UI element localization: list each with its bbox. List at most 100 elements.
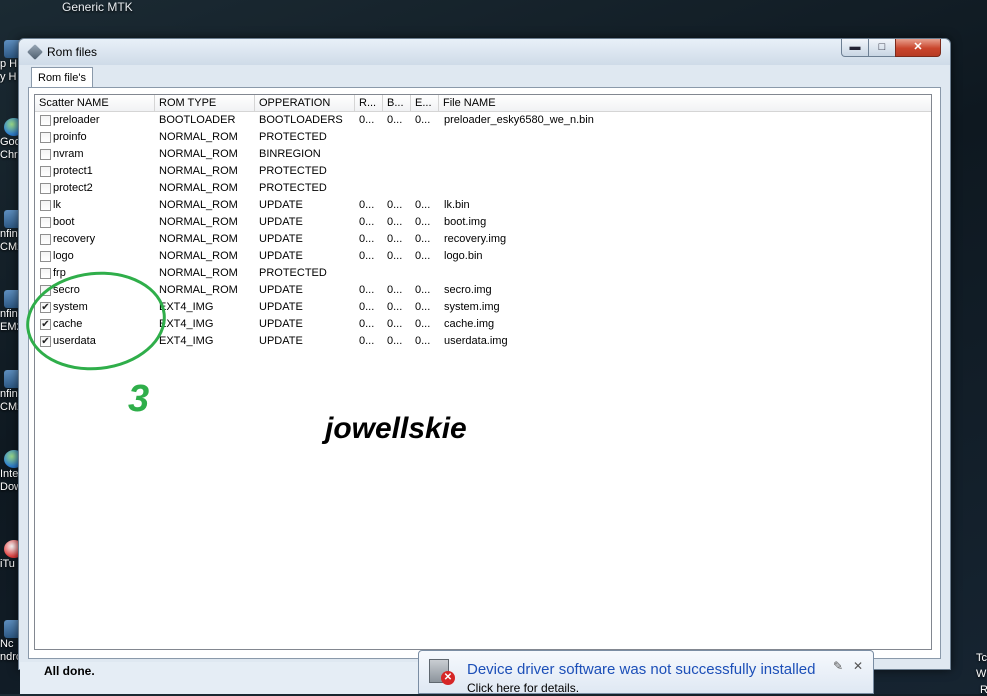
tab-panel: Scatter NAME ROM TYPE OPPERATION R... B.… — [28, 87, 941, 659]
list-header: Scatter NAME ROM TYPE OPPERATION R... B.… — [35, 95, 931, 112]
pin-icon[interactable]: ✎ — [833, 659, 843, 673]
table-row[interactable]: protect1 NORMAL_ROM PROTECTED — [35, 163, 931, 180]
row-checkbox[interactable] — [40, 200, 51, 211]
table-row[interactable]: logo NORMAL_ROM UPDATE 0... 0... 0... logo.bin — [35, 248, 931, 265]
row-checkbox[interactable] — [40, 251, 51, 262]
b-cell: 0... — [387, 114, 403, 126]
e-cell: 0... — [415, 233, 431, 245]
b-cell — [387, 265, 411, 282]
column-scatter-name[interactable]: Scatter NAME — [35, 95, 155, 111]
b-cell — [387, 146, 411, 163]
scatter-name-cell: nvram — [53, 148, 84, 160]
minimize-button[interactable]: ▬ — [841, 39, 869, 57]
operation-cell: UPDATE — [259, 284, 303, 296]
column-b[interactable]: B... — [383, 95, 411, 111]
watermark-text: jowellskie — [325, 412, 467, 445]
e-cell: 0... — [415, 335, 431, 347]
column-r[interactable]: R... — [355, 95, 383, 111]
table-row[interactable]: lk NORMAL_ROM UPDATE 0... 0... 0... lk.bin — [35, 197, 931, 214]
e-cell: 0... — [415, 284, 431, 296]
file-name-cell: recovery.img — [444, 233, 507, 245]
rom-list[interactable]: Scatter NAME ROM TYPE OPPERATION R... B.… — [34, 94, 932, 650]
b-cell — [387, 129, 411, 146]
table-row[interactable]: secro NORMAL_ROM UPDATE 0... 0... 0... secro.i… — [35, 282, 931, 299]
rom-type-cell: NORMAL_ROM — [159, 216, 238, 228]
rom-type-cell: NORMAL_ROM — [159, 182, 238, 194]
title-bar[interactable]: Rom files ▬ □ ✕ — [19, 39, 950, 65]
notification-title[interactable]: Device driver software was not successfu… — [467, 661, 815, 678]
operation-cell: UPDATE — [259, 199, 303, 211]
scatter-name-cell: lk — [53, 199, 61, 211]
r-cell — [359, 146, 383, 163]
b-cell: 0... — [387, 199, 403, 211]
row-checkbox[interactable] — [40, 234, 51, 245]
notification-close-icon[interactable]: ✕ — [853, 659, 863, 673]
e-cell: 0... — [415, 301, 431, 313]
scatter-name-cell: protect2 — [53, 182, 93, 194]
file-name-cell — [444, 180, 924, 197]
operation-cell: UPDATE — [259, 233, 303, 245]
table-row[interactable]: boot NORMAL_ROM UPDATE 0... 0... 0... boot.img — [35, 214, 931, 231]
b-cell: 0... — [387, 318, 403, 330]
rom-type-cell: EXT4_IMG — [159, 301, 214, 313]
table-row[interactable]: ✔ system EXT4_IMG UPDATE 0... 0... 0... system.… — [35, 299, 931, 316]
operation-cell: UPDATE — [259, 216, 303, 228]
table-row[interactable]: proinfo NORMAL_ROM PROTECTED — [35, 129, 931, 146]
notification-subtitle[interactable]: Click here for details. — [467, 681, 579, 695]
column-rom-type[interactable]: ROM TYPE — [155, 95, 255, 111]
b-cell: 0... — [387, 250, 403, 262]
file-name-cell: cache.img — [444, 318, 495, 330]
table-row[interactable]: preloader BOOTLOADER BOOTLOADERS 0... 0... 0.… — [35, 112, 931, 129]
row-checkbox[interactable] — [40, 166, 51, 177]
file-name-cell — [444, 265, 924, 282]
r-cell: 0... — [359, 335, 375, 347]
rom-type-cell: NORMAL_ROM — [159, 131, 238, 143]
operation-cell: UPDATE — [259, 318, 303, 330]
row-checkbox[interactable] — [40, 149, 51, 160]
r-cell — [359, 265, 383, 282]
rom-files-window: Rom files ▬ □ ✕ Rom file's Scatter NAME … — [18, 38, 951, 670]
table-row[interactable]: protect2 NORMAL_ROM PROTECTED — [35, 180, 931, 197]
e-cell — [415, 180, 439, 197]
rom-type-cell: NORMAL_ROM — [159, 250, 238, 262]
table-row[interactable]: ✔ cache EXT4_IMG UPDATE 0... 0... 0... cache.im… — [35, 316, 931, 333]
notification-balloon[interactable]: ✕ Device driver software was not success… — [418, 650, 874, 695]
column-e[interactable]: E... — [411, 95, 439, 111]
r-cell: 0... — [359, 233, 375, 245]
row-checkbox[interactable] — [40, 217, 51, 228]
file-name-cell — [444, 146, 924, 163]
b-cell: 0... — [387, 284, 403, 296]
r-cell — [359, 163, 383, 180]
operation-cell: BOOTLOADERS — [259, 114, 343, 126]
table-row[interactable]: recovery NORMAL_ROM UPDATE 0... 0... 0... reco… — [35, 231, 931, 248]
operation-cell: UPDATE — [259, 301, 303, 313]
e-cell: 0... — [415, 114, 431, 126]
r-cell: 0... — [359, 318, 375, 330]
r-cell: 0... — [359, 199, 375, 211]
scatter-name-cell: logo — [53, 250, 74, 262]
row-checkbox[interactable] — [40, 132, 51, 143]
tab-rom-files[interactable]: Rom file's — [31, 67, 93, 88]
b-cell — [387, 163, 411, 180]
operation-cell: PROTECTED — [259, 182, 327, 194]
desktop-right-text-1: Tc — [976, 652, 987, 664]
scatter-name-cell: recovery — [53, 233, 96, 245]
table-row[interactable]: frp NORMAL_ROM PROTECTED — [35, 265, 931, 282]
rom-type-cell: NORMAL_ROM — [159, 267, 238, 279]
close-button[interactable]: ✕ — [895, 39, 941, 57]
column-operation[interactable]: OPPERATION — [255, 95, 355, 111]
scatter-name-cell: preloader — [53, 114, 100, 126]
operation-cell: PROTECTED — [259, 165, 327, 177]
column-file-name[interactable]: File NAME — [439, 95, 931, 111]
b-cell: 0... — [387, 301, 403, 313]
table-row[interactable]: ✔ userdata EXT4_IMG UPDATE 0... 0... 0... userd… — [35, 333, 931, 350]
row-checkbox[interactable] — [40, 268, 51, 279]
scatter-name-cell: boot — [53, 216, 75, 228]
row-checkbox[interactable] — [40, 183, 51, 194]
e-cell: 0... — [415, 250, 431, 262]
row-checkbox[interactable] — [40, 115, 51, 126]
file-name-cell: secro.img — [444, 284, 492, 296]
maximize-button[interactable]: □ — [868, 39, 896, 57]
table-row[interactable]: nvram NORMAL_ROM BINREGION — [35, 146, 931, 163]
error-icon: ✕ — [441, 671, 455, 685]
